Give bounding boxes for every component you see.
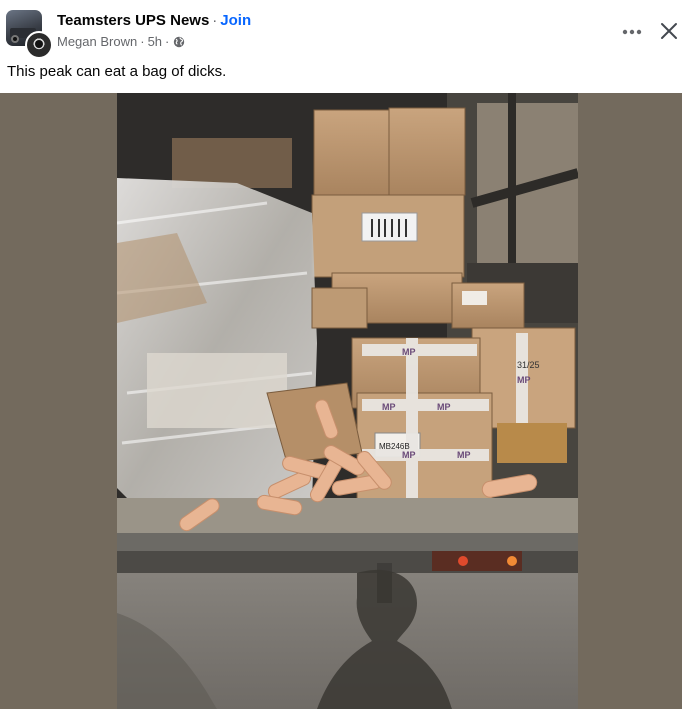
author-name[interactable]: Megan Brown bbox=[57, 34, 137, 50]
group-name-link[interactable]: Teamsters UPS News bbox=[57, 12, 209, 29]
post-photo[interactable]: MP MP MP MP MP MP MB246B 31/25 bbox=[117, 93, 578, 709]
close-icon bbox=[661, 23, 677, 39]
svg-text:MP: MP bbox=[457, 450, 471, 460]
close-button[interactable] bbox=[654, 16, 682, 46]
svg-text:MP: MP bbox=[437, 402, 451, 412]
post-media[interactable]: MP MP MP MP MP MP MB246B 31/25 bbox=[0, 93, 682, 709]
post-title-line: Teamsters UPS News · Join bbox=[57, 12, 251, 30]
svg-text:31/25: 31/25 bbox=[517, 360, 540, 370]
globe-icon bbox=[174, 36, 185, 48]
svg-text:MP: MP bbox=[402, 450, 416, 460]
post-header: Teamsters UPS News · Join Megan Brown · 5h… bbox=[0, 0, 682, 59]
avatar[interactable] bbox=[6, 10, 53, 59]
wheel-icon bbox=[11, 35, 19, 43]
more-horizontal-icon bbox=[622, 29, 642, 35]
post-meta: Megan Brown · 5h · bbox=[57, 34, 185, 50]
more-options-button[interactable] bbox=[616, 18, 648, 46]
svg-text:MP: MP bbox=[517, 375, 531, 385]
separator: · bbox=[165, 34, 170, 49]
separator: · bbox=[140, 34, 145, 49]
join-button[interactable]: Join bbox=[220, 12, 251, 29]
svg-text:MP: MP bbox=[402, 347, 416, 357]
svg-text:MB246B: MB246B bbox=[379, 442, 410, 451]
post-time[interactable]: 5h bbox=[148, 34, 162, 50]
user-avatar[interactable] bbox=[25, 31, 53, 59]
svg-text:MP: MP bbox=[382, 402, 396, 412]
separator: · bbox=[212, 12, 218, 29]
truck-cargo-photo: MP MP MP MP MP MP MB246B 31/25 bbox=[117, 93, 578, 709]
post-text: This peak can eat a bag of dicks. bbox=[7, 63, 227, 80]
